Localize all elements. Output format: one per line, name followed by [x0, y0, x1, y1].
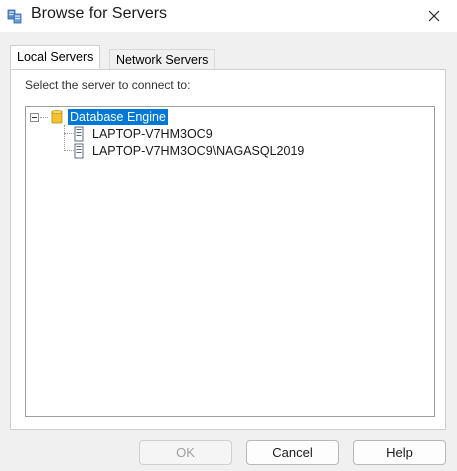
database-engine-icon [51, 110, 63, 124]
tree-node-database-engine[interactable]: Database Engine [50, 108, 169, 126]
server-tree[interactable]: Database Engine LAPTOP-V7HM3OC9 LAPTOP-V… [25, 106, 435, 417]
tree-connector [40, 117, 48, 118]
tree-node-server[interactable]: LAPTOP-V7HM3OC9\NAGASQL2019 [74, 142, 306, 160]
tree-node-server[interactable]: LAPTOP-V7HM3OC9 [74, 125, 215, 143]
tab-panel-local-servers: Select the server to connect to: Databas… [10, 69, 446, 430]
title-bar: Browse for Servers [0, 0, 457, 32]
collapse-toggle[interactable] [30, 113, 39, 122]
tree-node-label: Database Engine [67, 108, 169, 126]
prompt-label: Select the server to connect to: [25, 78, 191, 92]
window-title: Browse for Servers [31, 5, 168, 22]
tree-connector [64, 125, 65, 151]
close-button[interactable] [411, 0, 457, 32]
tree-connector [64, 150, 74, 151]
tree-connector [64, 133, 74, 134]
servers-icon [7, 9, 22, 24]
browse-for-servers-dialog: Browse for Servers Local Servers Network… [0, 0, 457, 471]
tree-node-label: LAPTOP-V7HM3OC9\NAGASQL2019 [92, 144, 305, 158]
server-icon [74, 143, 84, 159]
tab-local-servers[interactable]: Local Servers [10, 45, 101, 69]
help-button[interactable]: Help [353, 440, 446, 465]
tab-network-servers[interactable]: Network Servers [109, 49, 216, 69]
server-icon [74, 126, 84, 142]
tree-node-label: LAPTOP-V7HM3OC9 [92, 127, 213, 141]
close-icon [428, 10, 440, 22]
cancel-button[interactable]: Cancel [246, 440, 339, 465]
ok-button[interactable]: OK [139, 440, 232, 465]
